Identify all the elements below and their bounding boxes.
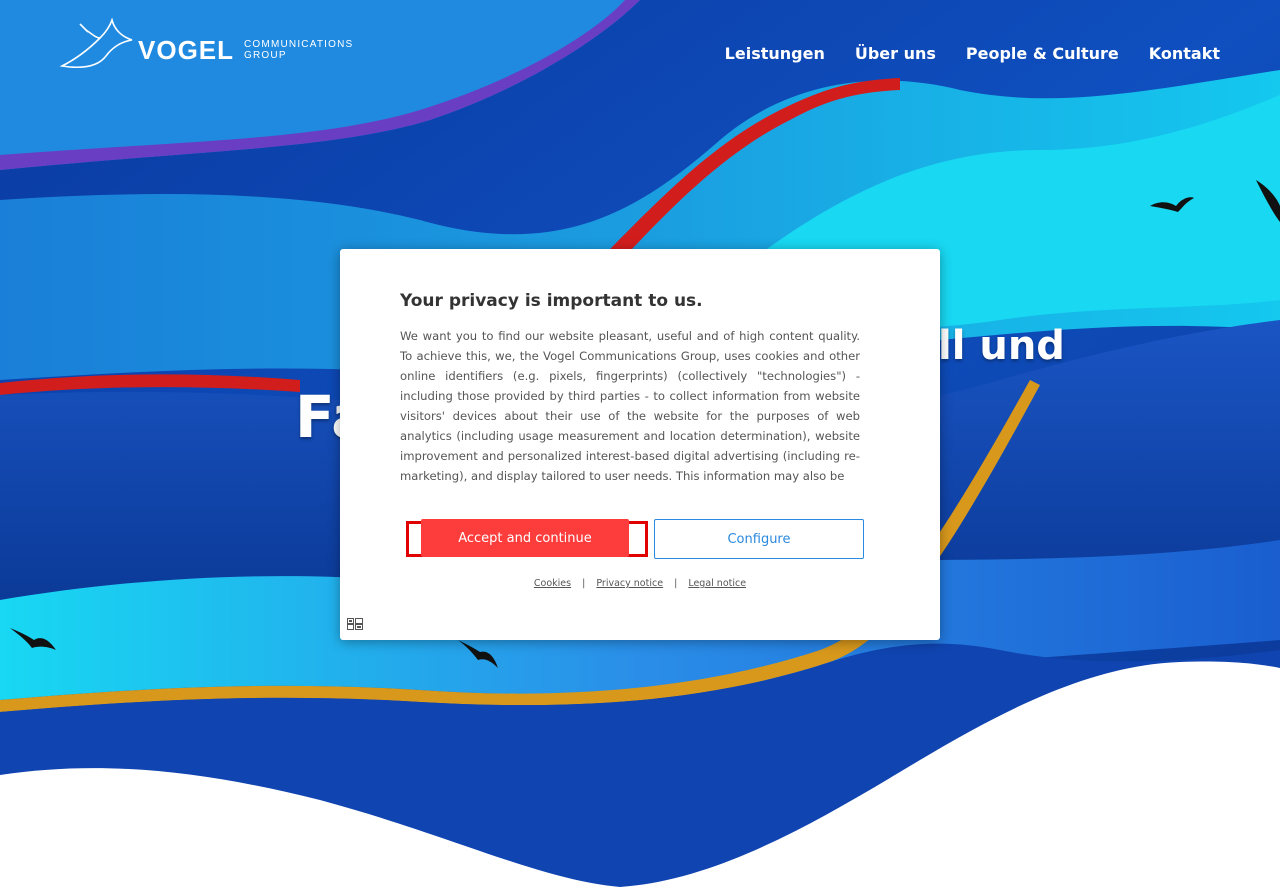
main-nav: Leistungen Über uns People & Culture Kon… <box>725 44 1220 63</box>
link-separator: | <box>582 578 586 589</box>
consent-title: Your privacy is important to us. <box>400 291 703 311</box>
brand-subtitle-line2: GROUP <box>244 50 287 61</box>
brand-subtitle: COMMUNICATIONS GROUP <box>244 39 353 61</box>
brand-logo[interactable]: VOGEL COMMUNICATIONS GROUP <box>60 18 353 72</box>
nav-item-ueber-uns[interactable]: Über uns <box>855 44 936 63</box>
nav-item-kontakt[interactable]: Kontakt <box>1149 44 1220 63</box>
configure-button[interactable]: Configure <box>654 519 864 559</box>
consent-links: Cookies | Privacy notice | Legal notice <box>340 578 940 589</box>
legal-notice-link[interactable]: Legal notice <box>688 578 746 589</box>
brand-wordmark: VOGEL <box>138 34 235 65</box>
consent-dialog: Your privacy is important to us. We want… <box>340 249 940 640</box>
brand-subtitle-line1: COMMUNICATIONS <box>244 39 354 50</box>
site-header: VOGEL COMMUNICATIONS GROUP Leistungen Üb… <box>0 0 1280 110</box>
bird-logo-icon <box>60 18 133 69</box>
consent-settings-icon[interactable] <box>347 618 363 630</box>
nav-item-leistungen[interactable]: Leistungen <box>725 44 825 63</box>
accept-button[interactable]: Accept and continue <box>421 519 629 557</box>
link-separator: | <box>674 578 678 589</box>
consent-body-text[interactable]: We want you to find our website pleasant… <box>400 326 860 486</box>
nav-item-people-culture[interactable]: People & Culture <box>966 44 1119 63</box>
privacy-notice-link[interactable]: Privacy notice <box>596 578 663 589</box>
cookies-link[interactable]: Cookies <box>534 578 571 589</box>
hero-heading-line1: ll und <box>938 323 1065 369</box>
